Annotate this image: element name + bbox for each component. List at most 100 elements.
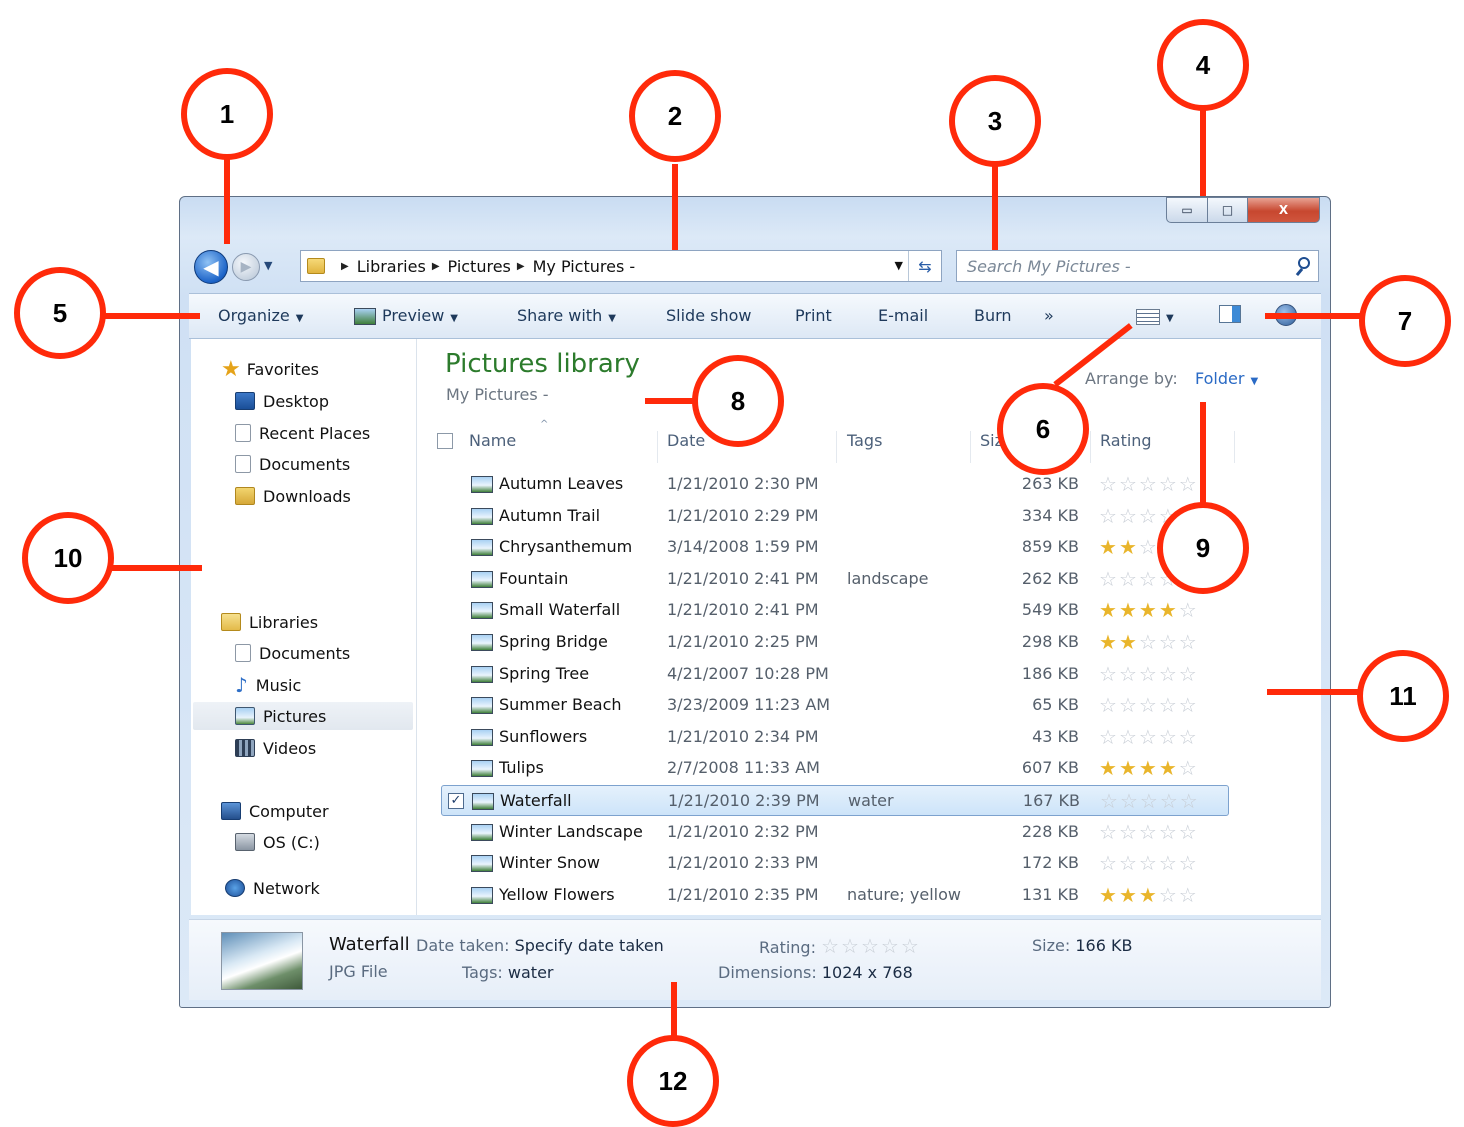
back-button[interactable]: ◀ xyxy=(194,250,228,284)
star-empty-icon[interactable]: ☆ xyxy=(1139,567,1159,591)
breadcrumb-chevron-icon[interactable]: ▶ xyxy=(517,261,525,272)
file-row[interactable]: Winter Snow 1/21/2010 2:33 PM 172 KB ☆☆☆☆☆ xyxy=(441,848,1229,879)
star-empty-icon[interactable]: ☆ xyxy=(841,934,861,958)
file-row[interactable]: Fountain 1/21/2010 2:41 PM landscape 262 KB… xyxy=(441,564,1229,595)
breadcrumb-my-pictures[interactable]: My Pictures - xyxy=(533,257,636,276)
preview-pane-button[interactable] xyxy=(1219,305,1241,327)
star-empty-icon[interactable]: ☆ xyxy=(1119,725,1139,749)
star-filled-icon[interactable]: ★ xyxy=(1139,756,1159,780)
star-empty-icon[interactable]: ☆ xyxy=(1179,662,1199,686)
star-empty-icon[interactable]: ☆ xyxy=(1159,820,1179,844)
star-empty-icon[interactable]: ☆ xyxy=(1159,472,1179,496)
star-empty-icon[interactable]: ☆ xyxy=(1099,725,1119,749)
address-bar[interactable]: ▶ Libraries ▶ Pictures ▶ My Pictures - ▼… xyxy=(300,250,942,282)
star-empty-icon[interactable]: ☆ xyxy=(1160,789,1180,813)
star-empty-icon[interactable]: ☆ xyxy=(1100,789,1120,813)
file-rating[interactable]: ☆☆☆☆☆ xyxy=(1099,472,1199,496)
star-empty-icon[interactable]: ☆ xyxy=(1179,725,1199,749)
star-filled-icon[interactable]: ★ xyxy=(1119,630,1139,654)
search-input[interactable]: Search My Pictures - xyxy=(956,250,1319,282)
file-rating[interactable]: ☆☆☆☆☆ xyxy=(1099,820,1199,844)
file-rating[interactable]: ☆☆☆☆☆ xyxy=(1099,851,1199,875)
slide-show-button[interactable]: Slide show xyxy=(666,306,751,325)
star-filled-icon[interactable]: ★ xyxy=(1139,598,1159,622)
column-header-rating[interactable]: Rating xyxy=(1100,431,1152,450)
star-empty-icon[interactable]: ☆ xyxy=(1139,693,1159,717)
star-filled-icon[interactable]: ★ xyxy=(1139,883,1159,907)
nav-os-drive[interactable]: OS (C:) xyxy=(235,828,320,856)
file-rating[interactable]: ☆☆☆☆☆ xyxy=(1099,693,1199,717)
file-row[interactable]: Spring Tree 4/21/2007 10:28 PM 186 KB ☆☆☆☆☆ xyxy=(441,659,1229,690)
star-empty-icon[interactable]: ☆ xyxy=(1119,504,1139,528)
file-rating[interactable]: ★★★★☆ xyxy=(1099,756,1199,780)
star-empty-icon[interactable]: ☆ xyxy=(1179,756,1199,780)
star-empty-icon[interactable]: ☆ xyxy=(1179,851,1199,875)
address-dropdown-icon[interactable]: ▼ xyxy=(895,259,903,272)
nav-pictures[interactable]: Pictures xyxy=(193,702,413,730)
star-filled-icon[interactable]: ★ xyxy=(1099,598,1119,622)
file-row[interactable]: ✓ Waterfall 1/21/2010 2:39 PM water 167 KB ☆☆… xyxy=(441,785,1229,816)
star-empty-icon[interactable]: ☆ xyxy=(1139,662,1159,686)
star-empty-icon[interactable]: ☆ xyxy=(1139,851,1159,875)
star-empty-icon[interactable]: ☆ xyxy=(901,934,921,958)
file-row[interactable]: Autumn Trail1/21/2010 2:29 PM334 KB☆☆☆☆☆ xyxy=(441,501,1229,532)
minimize-button[interactable]: ▭ xyxy=(1166,197,1208,223)
star-empty-icon[interactable]: ☆ xyxy=(1099,820,1119,844)
star-filled-icon[interactable]: ★ xyxy=(1119,598,1139,622)
star-empty-icon[interactable]: ☆ xyxy=(1139,725,1159,749)
nav-computer[interactable]: Computer xyxy=(221,797,329,825)
star-empty-icon[interactable]: ☆ xyxy=(1139,535,1159,559)
star-filled-icon[interactable]: ★ xyxy=(1119,883,1139,907)
change-view-button[interactable]: ▼ xyxy=(1136,306,1174,325)
star-empty-icon[interactable]: ☆ xyxy=(1139,472,1159,496)
file-rating[interactable]: ★★☆☆☆ xyxy=(1099,630,1199,654)
refresh-icon[interactable]: ⇆ xyxy=(908,251,941,281)
star-empty-icon[interactable]: ☆ xyxy=(1159,630,1179,654)
star-empty-icon[interactable]: ☆ xyxy=(1179,630,1199,654)
star-empty-icon[interactable]: ☆ xyxy=(1159,693,1179,717)
file-rating[interactable]: ★★★☆☆ xyxy=(1099,883,1199,907)
star-empty-icon[interactable]: ☆ xyxy=(1119,567,1139,591)
star-empty-icon[interactable]: ☆ xyxy=(1139,504,1159,528)
star-filled-icon[interactable]: ★ xyxy=(1099,535,1119,559)
star-empty-icon[interactable]: ☆ xyxy=(1179,598,1199,622)
nav-libraries[interactable]: Libraries xyxy=(221,608,318,636)
nav-music[interactable]: ♪ Music xyxy=(235,671,301,699)
breadcrumb-chevron-icon[interactable]: ▶ xyxy=(432,261,440,272)
nav-documents[interactable]: Documents xyxy=(235,450,350,478)
nav-recent-places[interactable]: Recent Places xyxy=(235,419,370,447)
column-header-date[interactable]: Date xyxy=(667,431,705,450)
star-empty-icon[interactable]: ☆ xyxy=(1139,630,1159,654)
star-empty-icon[interactable]: ☆ xyxy=(1179,883,1199,907)
column-header-name[interactable]: Name xyxy=(469,431,516,450)
row-checkbox[interactable]: ✓ xyxy=(448,793,464,809)
nav-downloads[interactable]: Downloads xyxy=(235,482,351,510)
star-empty-icon[interactable]: ☆ xyxy=(1099,567,1119,591)
share-with-button[interactable]: Share with ▼ xyxy=(517,306,616,325)
file-row[interactable]: Yellow Flowers 1/21/2010 2:35 PM nature; y… xyxy=(441,880,1229,911)
star-empty-icon[interactable]: ☆ xyxy=(861,934,881,958)
tags-field[interactable]: water xyxy=(508,963,554,982)
star-empty-icon[interactable]: ☆ xyxy=(1119,820,1139,844)
star-empty-icon[interactable]: ☆ xyxy=(1099,851,1119,875)
star-empty-icon[interactable]: ☆ xyxy=(1179,820,1199,844)
star-filled-icon[interactable]: ★ xyxy=(1159,756,1179,780)
more-commands-button[interactable]: » xyxy=(1044,306,1054,325)
star-empty-icon[interactable]: ☆ xyxy=(1159,883,1179,907)
star-filled-icon[interactable]: ★ xyxy=(1119,535,1139,559)
email-button[interactable]: E-mail xyxy=(878,306,928,325)
star-empty-icon[interactable]: ☆ xyxy=(1159,725,1179,749)
star-empty-icon[interactable]: ☆ xyxy=(1139,820,1159,844)
star-empty-icon[interactable]: ☆ xyxy=(1179,472,1199,496)
organize-button[interactable]: Organize ▼ xyxy=(218,306,303,325)
search-icon[interactable] xyxy=(1298,257,1310,269)
breadcrumb-chevron-icon[interactable]: ▶ xyxy=(341,261,349,272)
file-row[interactable]: Tulips 2/7/2008 11:33 AM 607 KB ★★★★☆ xyxy=(441,753,1229,784)
print-button[interactable]: Print xyxy=(795,306,832,325)
breadcrumb-pictures[interactable]: Pictures xyxy=(448,257,511,276)
select-all-checkbox[interactable] xyxy=(437,433,453,453)
file-row[interactable]: Small Waterfall 1/21/2010 2:41 PM 549 KB ★★… xyxy=(441,595,1229,626)
star-empty-icon[interactable]: ☆ xyxy=(1099,472,1119,496)
star-empty-icon[interactable]: ☆ xyxy=(1180,789,1200,813)
date-taken-field[interactable]: Specify date taken xyxy=(515,936,664,955)
